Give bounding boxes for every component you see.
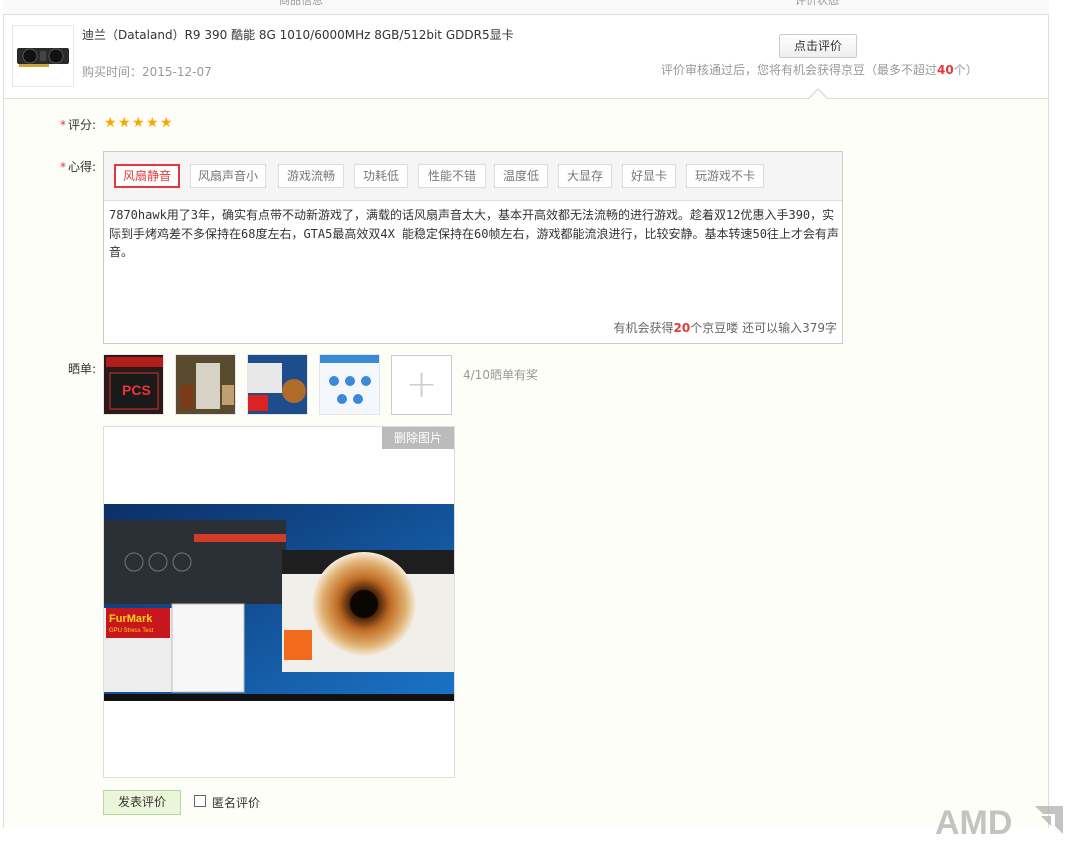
- add-photo-button[interactable]: +: [391, 355, 452, 415]
- tag-item[interactable]: 好显卡: [622, 164, 676, 188]
- form-caret-fill: [809, 90, 827, 99]
- anonymous-checkbox[interactable]: [194, 795, 206, 807]
- delete-photo-button[interactable]: 删除图片: [382, 427, 454, 449]
- furmark-title: FurMark: [109, 613, 153, 625]
- reward-suffix: 个）: [953, 63, 978, 77]
- photo-thumb-3[interactable]: [247, 354, 308, 415]
- photo-count: 4/10晒单有奖: [463, 368, 538, 382]
- preview-screenshot: FurMark GPU Stress Test: [104, 504, 454, 701]
- star-icon[interactable]: ★: [132, 116, 146, 130]
- tag-item[interactable]: 功耗低: [354, 164, 408, 188]
- char-counter: 有机会获得20个京豆喽 还可以输入379字: [614, 319, 837, 336]
- product-name[interactable]: 迪兰（Dataland）R9 390 酷能 8G 1010/6000MHz 8G…: [82, 26, 514, 43]
- star-icon[interactable]: ★: [118, 116, 132, 130]
- submit-review-button[interactable]: 发表评价: [103, 790, 181, 815]
- anonymous-label: 匿名评价: [212, 796, 261, 810]
- photo-thumb-1[interactable]: PCS: [103, 354, 164, 415]
- column-status: 评价状态: [795, 0, 839, 7]
- furmark-subtitle: GPU Stress Test: [109, 628, 154, 634]
- photos-label: 晒单:: [67, 362, 96, 376]
- counter-mid: 个京豆喽 还可以输入: [690, 321, 803, 335]
- reward-prefix: 评价审核通过后，您将有机会获得京豆（最多不超过: [661, 63, 938, 77]
- svg-text:PCS: PCS: [122, 382, 151, 398]
- star-icon[interactable]: ★: [104, 116, 118, 130]
- star-rating[interactable]: ★ ★ ★ ★ ★: [104, 116, 174, 130]
- column-product: 商品信息: [279, 0, 323, 7]
- tag-item[interactable]: 温度低: [494, 164, 548, 188]
- product-thumbnail[interactable]: [12, 25, 74, 87]
- purchase-date: 购买时间：2015-12-07: [82, 65, 212, 79]
- photo-thumb-2[interactable]: [175, 354, 236, 415]
- feeling-label: * 心得:: [59, 160, 96, 174]
- column-header: 商品信息 评价状态: [3, 0, 1049, 15]
- svg-text:AMD: AMD: [935, 804, 1012, 838]
- tag-item[interactable]: 游戏流畅: [278, 164, 344, 188]
- tag-item[interactable]: 性能不错: [418, 164, 486, 188]
- star-icon[interactable]: ★: [146, 116, 160, 130]
- tag-item[interactable]: 大显存: [558, 164, 612, 188]
- amd-logo: AMD: [935, 802, 1069, 842]
- next-product-row: [4, 829, 1048, 842]
- star-icon[interactable]: ★: [160, 116, 174, 130]
- tag-item[interactable]: 风扇声音小: [190, 164, 266, 188]
- photo-thumb-4[interactable]: [319, 354, 380, 415]
- counter-suffix: 字: [824, 321, 837, 335]
- counter-beans: 20: [673, 321, 691, 335]
- tag-item[interactable]: 风扇静音: [114, 164, 180, 188]
- counter-remaining: 379: [802, 321, 825, 335]
- rate-button[interactable]: 点击评价: [779, 34, 857, 58]
- reward-note: 评价审核通过后，您将有机会获得京豆（最多不超过40个）: [661, 61, 978, 78]
- counter-prefix: 有机会获得: [613, 321, 674, 335]
- feeling-label-text: 心得:: [67, 160, 96, 174]
- review-textarea[interactable]: 7870hawk用了3年，确实有点带不动新游戏了，满载的话风扇声音太大，基本开高…: [109, 206, 839, 262]
- tag-item[interactable]: 玩游戏不卡: [686, 164, 764, 188]
- score-label: * 评分:: [59, 118, 96, 132]
- preview-image: FurMark GPU Stress Test: [104, 504, 454, 701]
- reward-max: 40: [937, 63, 954, 77]
- score-label-text: 评分:: [67, 118, 96, 132]
